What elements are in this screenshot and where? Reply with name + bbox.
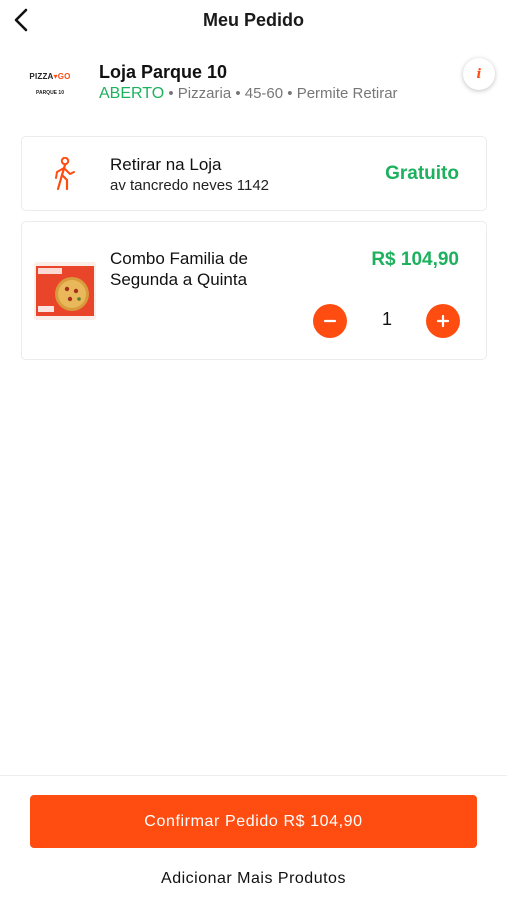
quantity-value: 1	[381, 309, 392, 329]
minus-icon	[323, 319, 337, 323]
store-details: • Pizzaria • 45-60 • Permite Retirar	[164, 85, 398, 102]
add-more-products-link[interactable]: Adicionar Mais Produtos	[0, 870, 507, 888]
pickup-title: Retirar na Loja	[110, 155, 222, 174]
increase-quantity-button[interactable]	[426, 304, 460, 338]
walking-person-icon	[55, 157, 75, 191]
product-image	[34, 262, 96, 320]
item-name: Combo Familia de Segunda a Quinta	[110, 249, 248, 289]
store-status: ABERTO	[99, 85, 165, 102]
item-price: R$ 104,90	[371, 249, 459, 270]
info-button[interactable]: i	[463, 58, 495, 90]
cart-item-card: Combo Familia de Segunda a Quinta R$ 104…	[21, 221, 487, 360]
pickup-option-card[interactable]: Retirar na Loja av tancredo neves 1142 G…	[21, 136, 487, 211]
store-meta: ABERTO • Pizzaria • 45-60 • Permite Reti…	[99, 85, 398, 103]
store-info: PIZZA▾GO PARQUE 10 Loja Parque 10 ABERTO…	[0, 54, 507, 114]
store-name: Loja Parque 10	[99, 62, 228, 82]
store-logo: PIZZA▾GO PARQUE 10	[29, 72, 71, 96]
footer-divider	[0, 775, 507, 776]
decrease-quantity-button[interactable]	[313, 304, 347, 338]
confirm-order-button[interactable]: Confirmar Pedido R$ 104,90	[30, 795, 477, 848]
plus-icon	[436, 314, 450, 328]
page-title: Meu Pedido	[202, 10, 304, 30]
header-bar: Meu Pedido	[0, 0, 507, 42]
pickup-price: Gratuito	[385, 163, 459, 184]
pickup-address: av tancredo neves 1142	[110, 177, 270, 194]
info-icon: i	[476, 66, 482, 82]
